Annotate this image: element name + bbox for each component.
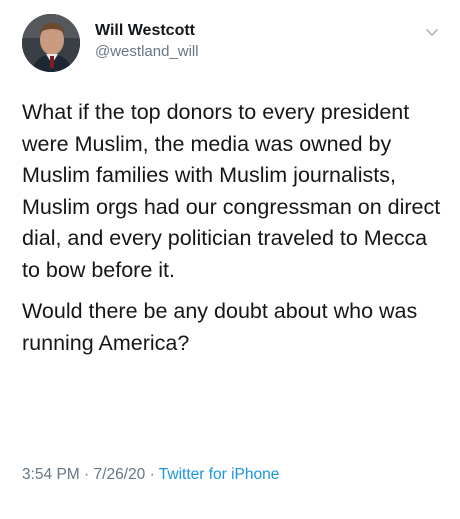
avatar[interactable] bbox=[22, 14, 80, 72]
chevron-down-icon[interactable] bbox=[424, 24, 440, 40]
tweet-text: What if the top donors to every presiden… bbox=[22, 97, 447, 359]
tweet-source-link[interactable]: Twitter for iPhone bbox=[159, 466, 280, 483]
avatar-image bbox=[22, 14, 80, 72]
author-handle[interactable]: @westland_will bbox=[95, 41, 199, 63]
author-display-name[interactable]: Will Westcott bbox=[95, 21, 199, 41]
tweet-paragraph: Would there be any doubt about who was r… bbox=[22, 299, 418, 355]
tweet-paragraph: What if the top donors to every presiden… bbox=[22, 100, 441, 282]
meta-separator: · bbox=[84, 466, 90, 483]
meta-separator: · bbox=[149, 466, 155, 483]
tweet-header: Will Westcott @westland_will bbox=[22, 14, 442, 74]
tweet-meta: 3:54 PM · 7/26/20 · Twitter for iPhone bbox=[22, 466, 279, 484]
tweet-date[interactable]: 7/26/20 bbox=[94, 466, 146, 483]
tweet-time[interactable]: 3:54 PM bbox=[22, 466, 80, 483]
author-info[interactable]: Will Westcott @westland_will bbox=[95, 21, 199, 63]
tweet-card: Will Westcott @westland_will What if the… bbox=[0, 0, 460, 519]
